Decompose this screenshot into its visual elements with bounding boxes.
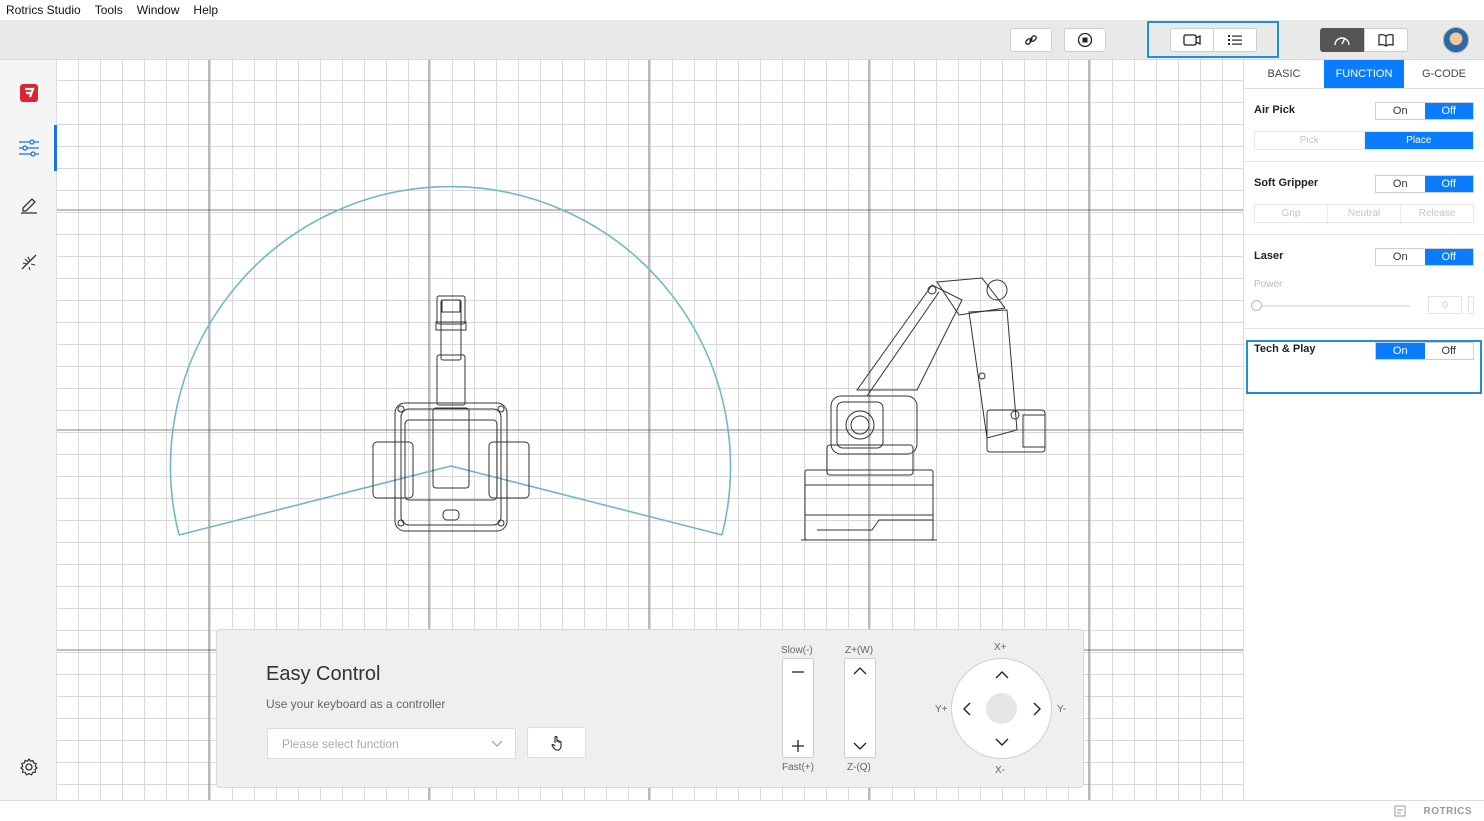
dpad-center[interactable] bbox=[986, 693, 1017, 724]
laser-toggle[interactable]: On Off bbox=[1375, 248, 1474, 266]
record-icon bbox=[1077, 32, 1093, 48]
tab-gcode[interactable]: G-CODE bbox=[1404, 60, 1484, 88]
sidebar-item-control[interactable] bbox=[0, 125, 57, 171]
laser-power-knob[interactable] bbox=[1251, 300, 1262, 311]
workspace-canvas[interactable]: Easy Control Use your keyboard as a cont… bbox=[57, 60, 1243, 800]
air-pick-section: Air Pick On Off Pick Place bbox=[1244, 89, 1484, 162]
air-pick-toggle[interactable]: On Off bbox=[1375, 102, 1474, 120]
air-pick-on[interactable]: On bbox=[1376, 103, 1425, 119]
air-pick-mode-place[interactable]: Place bbox=[1364, 132, 1473, 149]
soft-gripper-on[interactable]: On bbox=[1376, 176, 1425, 192]
arrow-right-icon[interactable] bbox=[1032, 702, 1042, 716]
left-sidebar bbox=[0, 60, 57, 800]
manual-button[interactable] bbox=[1364, 28, 1408, 52]
menu-bar: Rotrics Studio Tools Window Help bbox=[0, 0, 1484, 20]
function-select[interactable]: Please select function bbox=[267, 728, 516, 759]
function-panel: BASIC FUNCTION G-CODE Air Pick On Off Pi… bbox=[1243, 60, 1484, 800]
hand-pointer-icon bbox=[550, 735, 562, 751]
laser-off[interactable]: Off bbox=[1424, 249, 1473, 265]
plus-icon bbox=[792, 740, 804, 752]
speed-icon bbox=[1334, 37, 1350, 46]
sliders-icon bbox=[18, 139, 39, 157]
robot-top-view bbox=[372, 295, 530, 532]
laser-section: Laser On Off Power 0 bbox=[1244, 235, 1484, 329]
air-pick-mode: Pick Place bbox=[1254, 131, 1474, 150]
speed-fast-label: Fast(+) bbox=[782, 762, 814, 773]
y-minus-label: Y- bbox=[1057, 704, 1067, 715]
camera-icon bbox=[1183, 34, 1201, 46]
tab-basic[interactable]: BASIC bbox=[1244, 60, 1324, 88]
chevron-down-icon bbox=[853, 742, 867, 750]
minus-icon bbox=[792, 671, 804, 673]
status-bar: ROTRICS bbox=[0, 800, 1484, 821]
list-icon bbox=[1228, 35, 1242, 45]
record-button[interactable] bbox=[1064, 28, 1106, 52]
speed-control[interactable] bbox=[782, 658, 814, 758]
laser-power-label: Power bbox=[1254, 279, 1283, 290]
function-select-placeholder: Please select function bbox=[282, 737, 399, 751]
laser-power-input[interactable]: 0 bbox=[1428, 296, 1462, 314]
panel-tabs: BASIC FUNCTION G-CODE bbox=[1244, 60, 1484, 89]
x-plus-label: X+ bbox=[994, 642, 1007, 653]
y-plus-label: Y+ bbox=[935, 704, 948, 715]
pointer-button[interactable] bbox=[527, 727, 586, 758]
feedback-icon[interactable] bbox=[1394, 805, 1406, 817]
x-minus-label: X- bbox=[995, 765, 1005, 776]
camera-button[interactable] bbox=[1170, 28, 1214, 52]
speed-slow-label: Slow(-) bbox=[781, 645, 813, 656]
arrow-left-icon[interactable] bbox=[962, 702, 972, 716]
chevron-up-icon bbox=[853, 667, 867, 675]
laser-on[interactable]: On bbox=[1376, 249, 1425, 265]
menu-tools[interactable]: Tools bbox=[89, 3, 131, 17]
laser-title: Laser bbox=[1254, 250, 1284, 262]
soft-gripper-title: Soft Gripper bbox=[1254, 177, 1319, 189]
laser-power-slider[interactable] bbox=[1256, 305, 1410, 307]
toolbar bbox=[0, 20, 1484, 60]
gear-icon bbox=[19, 758, 38, 776]
soft-gripper-off[interactable]: Off bbox=[1424, 176, 1473, 192]
link-button[interactable] bbox=[1010, 28, 1052, 52]
link-icon bbox=[1025, 35, 1037, 45]
z-down-label: Z-(Q) bbox=[847, 762, 871, 773]
sidebar-item-laser[interactable] bbox=[0, 239, 57, 285]
z-up-label: Z+(W) bbox=[845, 645, 874, 656]
menu-app[interactable]: Rotrics Studio bbox=[0, 3, 89, 17]
soft-gripper-section: Soft Gripper On Off Grip Neutral Release bbox=[1244, 162, 1484, 235]
laser-icon bbox=[21, 254, 36, 271]
sidebar-item-draw[interactable] bbox=[0, 181, 57, 227]
brand-logo: ROTRICS bbox=[1423, 806, 1472, 817]
laser-power-spinner[interactable] bbox=[1468, 296, 1474, 314]
easy-control-panel: Easy Control Use your keyboard as a cont… bbox=[216, 629, 1084, 788]
speed-button[interactable] bbox=[1320, 28, 1364, 52]
air-pick-mode-pick[interactable]: Pick bbox=[1255, 132, 1365, 149]
reach-arc bbox=[169, 185, 732, 536]
gripper-mode-release[interactable]: Release bbox=[1401, 205, 1473, 222]
menu-window[interactable]: Window bbox=[131, 3, 188, 17]
gripper-mode-grip[interactable]: Grip bbox=[1255, 205, 1328, 222]
tab-function[interactable]: FUNCTION bbox=[1324, 60, 1404, 88]
easy-control-subtitle: Use your keyboard as a controller bbox=[266, 697, 446, 711]
logo-icon bbox=[19, 84, 38, 102]
menu-help[interactable]: Help bbox=[187, 3, 226, 17]
xy-direction-pad[interactable] bbox=[951, 658, 1052, 759]
air-pick-title: Air Pick bbox=[1254, 104, 1295, 116]
book-icon bbox=[1378, 34, 1394, 47]
arrow-up-icon[interactable] bbox=[995, 670, 1009, 680]
list-button[interactable] bbox=[1213, 28, 1257, 52]
sidebar-settings[interactable] bbox=[0, 744, 57, 790]
arrow-down-icon[interactable] bbox=[995, 737, 1009, 747]
chevron-down-icon bbox=[491, 740, 503, 747]
pencil-icon bbox=[20, 198, 37, 214]
teach-play-highlight bbox=[1246, 340, 1482, 394]
air-pick-off[interactable]: Off bbox=[1424, 103, 1473, 119]
easy-control-title: Easy Control bbox=[266, 663, 381, 685]
robot-side-view bbox=[801, 277, 1046, 541]
soft-gripper-toggle[interactable]: On Off bbox=[1375, 175, 1474, 193]
z-axis-control[interactable] bbox=[844, 658, 876, 758]
soft-gripper-mode: Grip Neutral Release bbox=[1254, 204, 1474, 223]
avatar[interactable] bbox=[1443, 27, 1469, 53]
gripper-mode-neutral[interactable]: Neutral bbox=[1328, 205, 1401, 222]
sidebar-item-home[interactable] bbox=[0, 70, 57, 116]
